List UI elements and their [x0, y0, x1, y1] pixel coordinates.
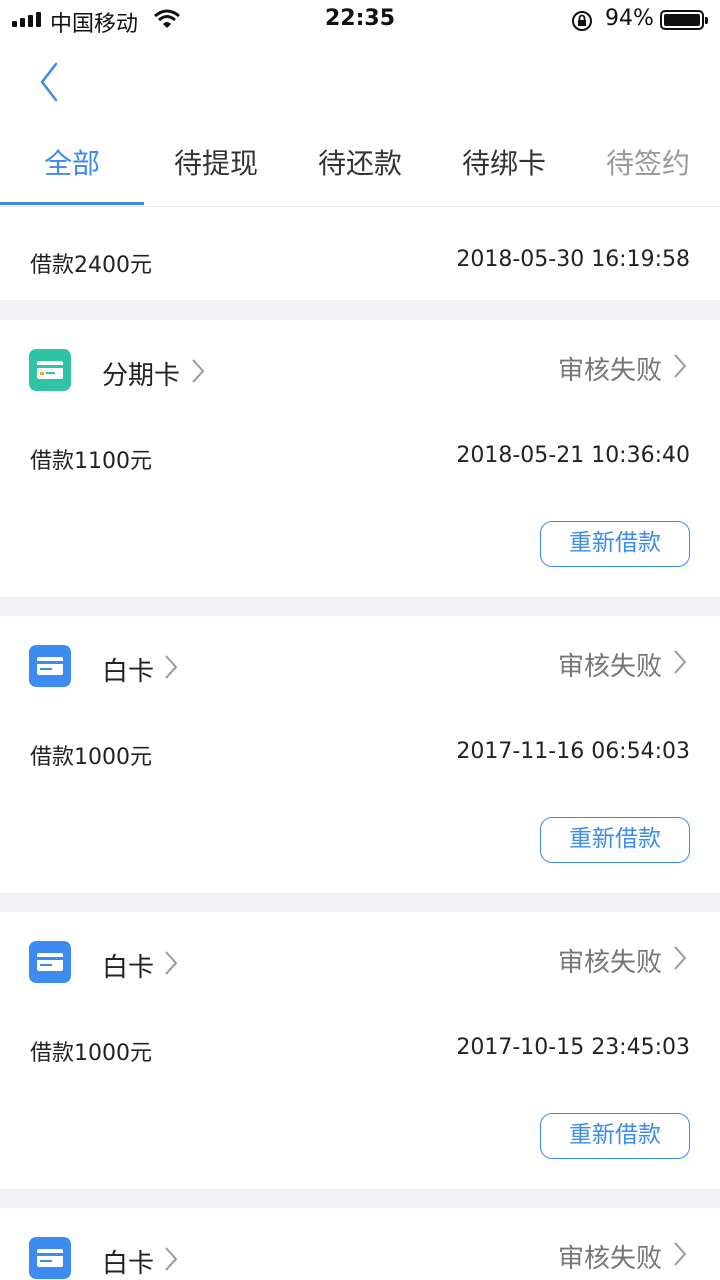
chevron-right-icon[interactable]: [672, 1241, 688, 1267]
tab-pending-repayment[interactable]: 待还款: [288, 124, 432, 206]
product-name[interactable]: 白卡: [102, 651, 154, 688]
nav-bar: [0, 40, 720, 125]
status-bar: 中国移动 22:35 94%: [0, 0, 720, 40]
loan-date: 2017-10-15 23:45:03: [456, 1035, 690, 1060]
product-name[interactable]: 白卡: [102, 1243, 154, 1280]
battery-icon: [660, 10, 708, 30]
loan-amount: 借款1000元: [30, 1041, 152, 1066]
installment-card-icon: [29, 349, 71, 391]
chevron-right-icon[interactable]: [163, 1246, 179, 1272]
loan-record-card: 白卡 审核失败: [0, 1208, 720, 1280]
loan-amount: 借款1000元: [30, 745, 152, 770]
chevron-right-icon[interactable]: [672, 945, 688, 971]
status-label: 审核失败: [557, 948, 662, 978]
tab-pending-signing[interactable]: 待签约: [576, 124, 720, 206]
reapply-loan-button[interactable]: 重新借款: [540, 521, 690, 567]
product-name[interactable]: 白卡: [102, 947, 154, 984]
loan-date: 2018-05-21 10:36:40: [456, 443, 690, 468]
loan-record-card: 白卡 审核失败 借款1000元 2017-10-15 23:45:03 重新借款: [0, 912, 720, 1189]
chevron-right-icon[interactable]: [163, 950, 179, 976]
list-item[interactable]: 借款2400元 2018-05-30 16:19:58: [0, 207, 720, 300]
chevron-right-icon[interactable]: [672, 353, 688, 379]
tab-all[interactable]: 全部: [0, 124, 144, 206]
loan-record-card: 分期卡 审核失败 借款1100元 2018-05-21 10:36:40 重新借…: [0, 320, 720, 597]
tab-pending-withdrawal[interactable]: 待提现: [144, 124, 288, 206]
back-arrow-icon[interactable]: [30, 60, 70, 104]
rotation-lock-icon: [572, 11, 592, 31]
loan-date: 2017-11-16 06:54:03: [456, 739, 690, 764]
battery-percent: 94%: [605, 6, 654, 31]
product-name[interactable]: 分期卡: [102, 355, 180, 392]
chevron-right-icon[interactable]: [190, 358, 206, 384]
loan-amount: 借款1100元: [30, 449, 152, 474]
status-label: 审核失败: [557, 356, 662, 386]
tab-bar: 全部 待提现 待还款 待绑卡 待签约: [0, 124, 720, 207]
reapply-loan-button[interactable]: 重新借款: [540, 1113, 690, 1159]
status-label: 审核失败: [557, 1244, 662, 1274]
white-card-icon: [29, 941, 71, 983]
reapply-loan-button[interactable]: 重新借款: [540, 817, 690, 863]
white-card-icon: [29, 1237, 71, 1279]
loan-record-card: 白卡 审核失败 借款1000元 2017-11-16 06:54:03 重新借款: [0, 616, 720, 893]
active-tab-indicator: [0, 202, 144, 205]
white-card-icon: [29, 645, 71, 687]
status-label: 审核失败: [557, 652, 662, 682]
loan-date: 2018-05-30 16:19:58: [456, 247, 690, 272]
chevron-right-icon[interactable]: [163, 654, 179, 680]
tab-pending-card-binding[interactable]: 待绑卡: [432, 124, 576, 206]
loan-amount: 借款2400元: [30, 253, 152, 278]
chevron-right-icon[interactable]: [672, 649, 688, 675]
